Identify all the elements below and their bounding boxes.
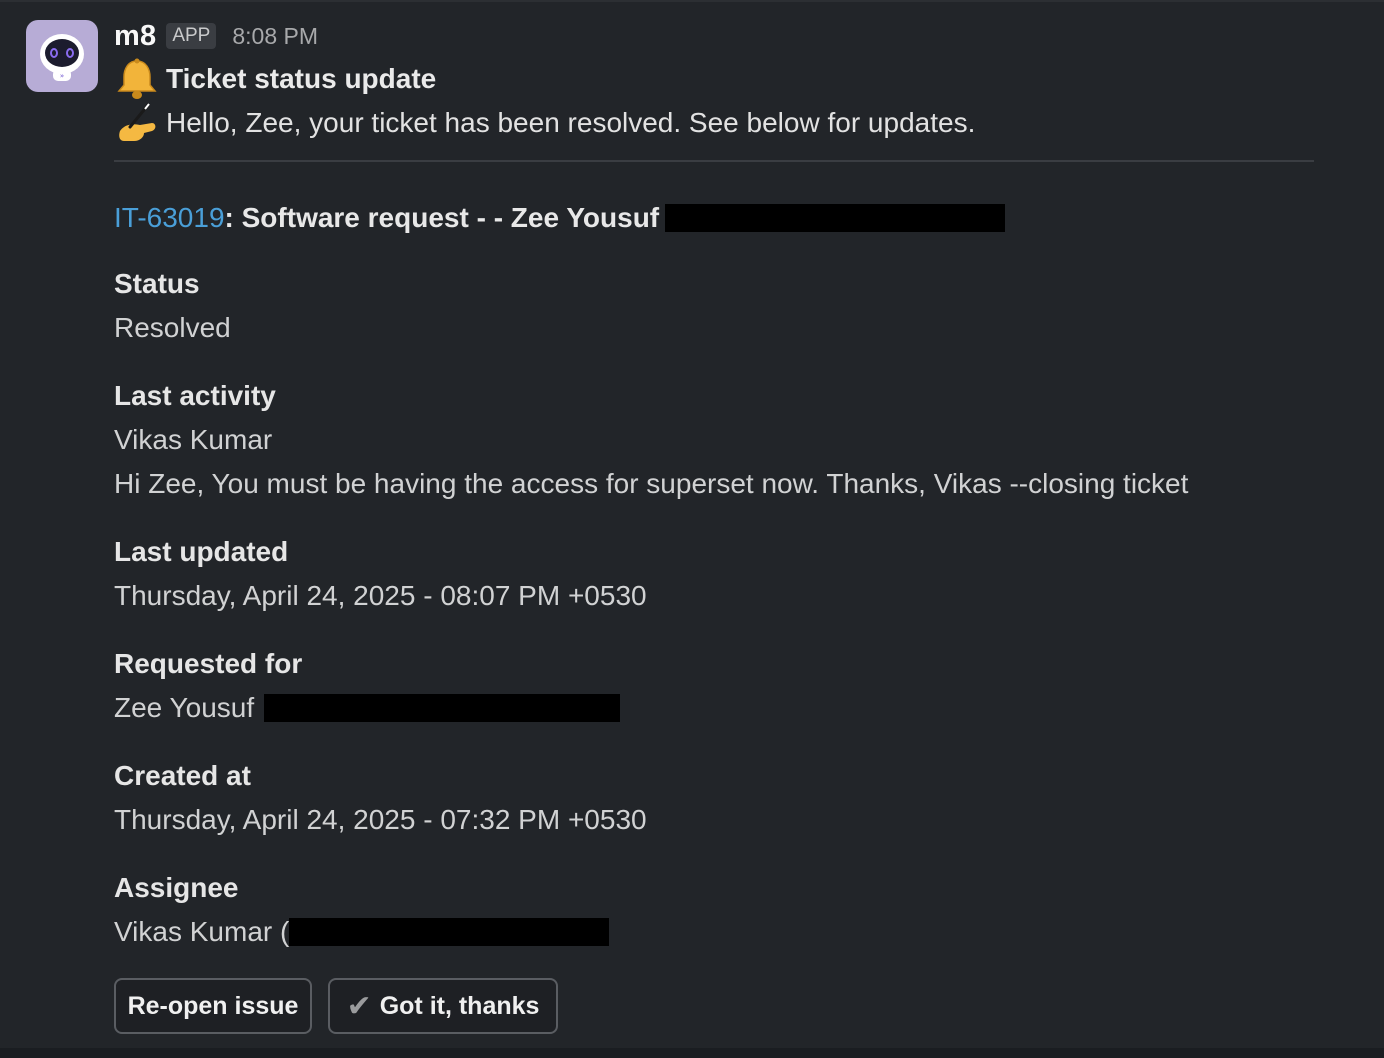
got-it-label: Got it, thanks: [379, 991, 540, 1020]
bot-avatar[interactable]: »: [26, 20, 98, 92]
last-activity-author: Vikas Kumar: [114, 424, 273, 455]
reopen-label: Re-open issue: [127, 991, 299, 1020]
got-it-thanks-button[interactable]: ✔ Got it, thanks: [328, 978, 558, 1034]
requested-for-value: Zee Yousuf: [114, 692, 255, 723]
redacted-email: [289, 918, 610, 946]
last-updated-label: Last updated: [114, 536, 289, 567]
requested-for-label: Requested for: [114, 648, 303, 679]
ticket-summary: : Software request - - Zee Yousuf: [224, 202, 660, 233]
redacted-email: [665, 204, 1006, 232]
message-container: » m8 APP 8:08 PM Ticket status update He…: [0, 0, 1384, 1048]
message-header: m8 APP 8:08 PM: [114, 16, 318, 56]
assignee-label: Assignee: [114, 872, 239, 903]
reopen-issue-button[interactable]: Re-open issue: [114, 978, 312, 1034]
svg-text:»: »: [60, 72, 64, 80]
last-updated-value: Thursday, April 24, 2025 - 08:07 PM +053…: [114, 580, 647, 611]
last-activity-text: Hi Zee, You must be having the access fo…: [114, 468, 1189, 499]
writing-hand-icon: [119, 103, 156, 141]
bell-icon: [117, 58, 157, 99]
greeting-text: Hello, Zee, your ticket has been resolve…: [166, 107, 976, 138]
last-activity-label: Last activity: [114, 380, 276, 411]
message-timestamp[interactable]: 8:08 PM: [232, 23, 318, 50]
assignee-value: Vikas Kumar (: [114, 916, 290, 947]
status-value: Resolved: [114, 312, 231, 343]
message-greeting: Hello, Zee, your ticket has been resolve…: [114, 101, 975, 145]
divider: [114, 160, 1314, 162]
app-badge: APP: [166, 23, 217, 49]
sender-name[interactable]: m8: [114, 20, 156, 53]
assignee-row: Vikas Kumar (: [114, 916, 610, 948]
created-at-value: Thursday, April 24, 2025 - 07:32 PM +053…: [114, 804, 647, 835]
redacted-email: [264, 694, 621, 722]
check-icon: ✔: [346, 989, 372, 1023]
title-text: Ticket status update: [166, 63, 437, 94]
created-at-label: Created at: [114, 760, 251, 791]
ticket-heading: IT-63019 : Software request - - Zee Yous…: [114, 196, 1006, 240]
requested-for-row: Zee Yousuf: [114, 692, 621, 724]
message-title: Ticket status update: [114, 57, 436, 101]
robot-icon: »: [40, 34, 84, 81]
status-label: Status: [114, 268, 200, 299]
ticket-link[interactable]: IT-63019: [114, 202, 225, 234]
